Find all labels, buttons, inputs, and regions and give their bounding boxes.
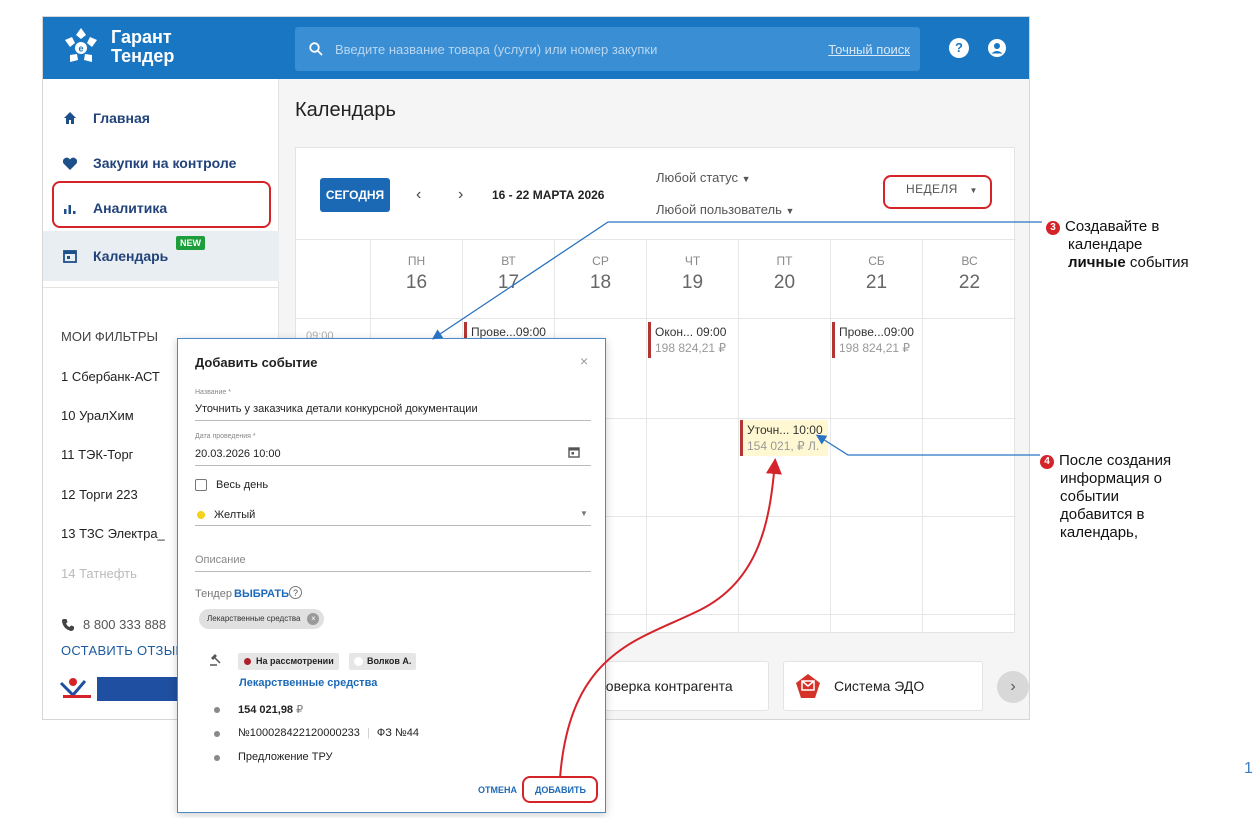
note-bold: личные [1068,254,1126,271]
note-number: 4 [1040,455,1054,469]
annotation-note-4: 4 После создания информация о событии доб… [1040,452,1171,542]
page-number: 1 [1244,760,1253,777]
annotation-arrows [431,221,1042,779]
note-line: календарь, [1060,524,1139,541]
arrow-add-to-event [559,458,782,779]
arrow-note3 [431,221,1042,340]
note-line: Создавайте в [1065,218,1160,235]
arrow-note4 [815,434,1040,456]
annotation-note-3: 3 Создавайте в календаре личные события [1046,218,1189,272]
note-line: добавится в [1060,506,1145,523]
note-line: информация о [1060,470,1162,487]
note-line-rest: события [1125,254,1189,271]
note-line: событии [1060,488,1120,505]
note-number: 3 [1046,221,1060,235]
note-line: календаре [1068,236,1143,253]
note-line: После создания [1059,452,1172,469]
note-line: личные события [1046,254,1189,272]
